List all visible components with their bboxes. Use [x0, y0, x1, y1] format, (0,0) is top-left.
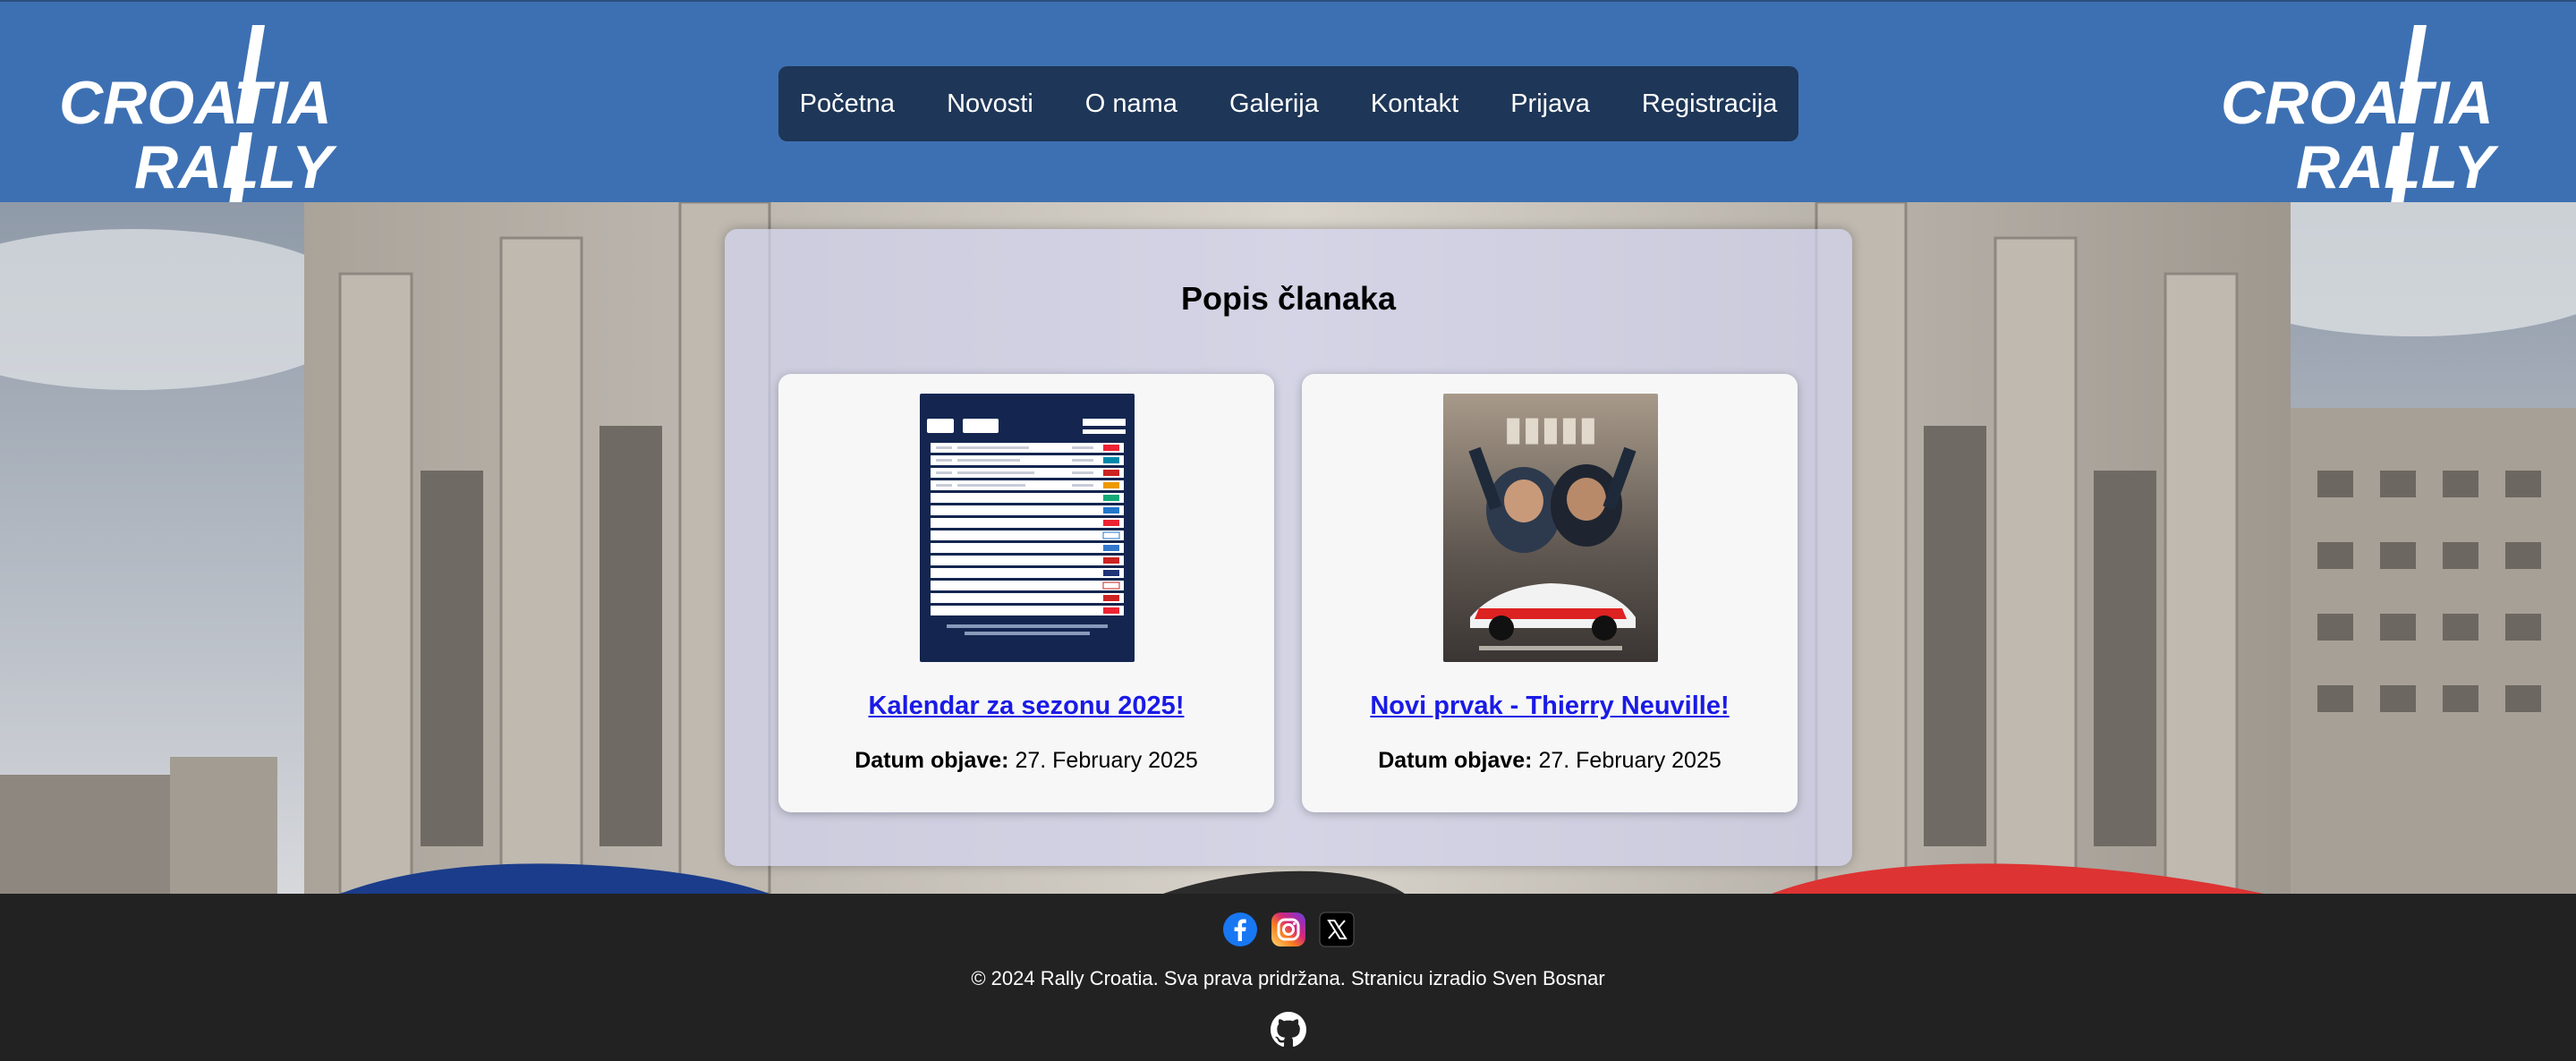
nav-o-nama[interactable]: O nama: [1059, 89, 1203, 119]
date-value: 27. February 2025: [1538, 748, 1722, 773]
nav-novosti[interactable]: Novosti: [921, 89, 1059, 119]
article-card: ▮▮▮▮▮ Novi prvak - Thierry Neuville! Dat…: [1302, 374, 1798, 812]
croatia-rally-logo-right[interactable]: CROATIA RALLY: [2215, 25, 2520, 204]
date-label: Datum objave:: [1378, 748, 1533, 773]
x-icon[interactable]: [1319, 912, 1355, 947]
articles-panel: Popis članaka Kalendar za sezonu 2025! D…: [725, 229, 1852, 866]
champions-poster-image: ▮▮▮▮▮: [1443, 394, 1658, 662]
svg-text:CROATIA: CROATIA: [2221, 69, 2494, 137]
svg-text:RALLY: RALLY: [134, 133, 337, 201]
facebook-icon[interactable]: [1222, 912, 1258, 947]
date-label: Datum objave:: [854, 748, 1009, 773]
svg-text:▮▮▮▮▮: ▮▮▮▮▮: [1504, 409, 1598, 448]
svg-text:CROATIA: CROATIA: [59, 69, 332, 137]
article-date: Datum objave: 27. February 2025: [1302, 748, 1798, 774]
nav-galerija[interactable]: Galerija: [1203, 89, 1345, 119]
article-card: Kalendar za sezonu 2025! Datum objave: 2…: [778, 374, 1274, 812]
nav-prijava[interactable]: Prijava: [1484, 89, 1616, 119]
main-nav: Početna Novosti O nama Galerija Kontakt …: [778, 66, 1798, 141]
page-title: Popis članaka: [1180, 280, 1397, 317]
article-title-link[interactable]: Kalendar za sezonu 2025!: [778, 692, 1274, 721]
svg-text:RALLY: RALLY: [2296, 133, 2499, 201]
site-footer: © 2024 Rally Croatia. Sva prava pridržan…: [0, 894, 2576, 1061]
hero-background: Popis članaka Kalendar za sezonu 2025! D…: [0, 202, 2576, 894]
date-value: 27. February 2025: [1015, 748, 1198, 773]
site-header: CROATIA RALLY CROATIA RALLY Početna Novo…: [0, 0, 2576, 204]
nav-registracija[interactable]: Registracija: [1616, 89, 1804, 119]
wrc-calendar-poster-image: [920, 394, 1135, 662]
croatia-rally-logo[interactable]: CROATIA RALLY: [54, 25, 358, 204]
article-thumbnail[interactable]: ▮▮▮▮▮: [1443, 394, 1658, 662]
nav-pocetna[interactable]: Početna: [774, 89, 921, 119]
article-title-link[interactable]: Novi prvak - Thierry Neuville!: [1302, 692, 1798, 721]
article-date: Datum objave: 27. February 2025: [778, 748, 1274, 774]
nav-kontakt[interactable]: Kontakt: [1345, 89, 1484, 119]
article-thumbnail[interactable]: [920, 394, 1135, 662]
copyright-text: © 2024 Rally Croatia. Sva prava pridržan…: [971, 967, 1605, 989]
github-icon[interactable]: [1271, 1012, 1306, 1048]
instagram-icon[interactable]: [1271, 912, 1306, 947]
